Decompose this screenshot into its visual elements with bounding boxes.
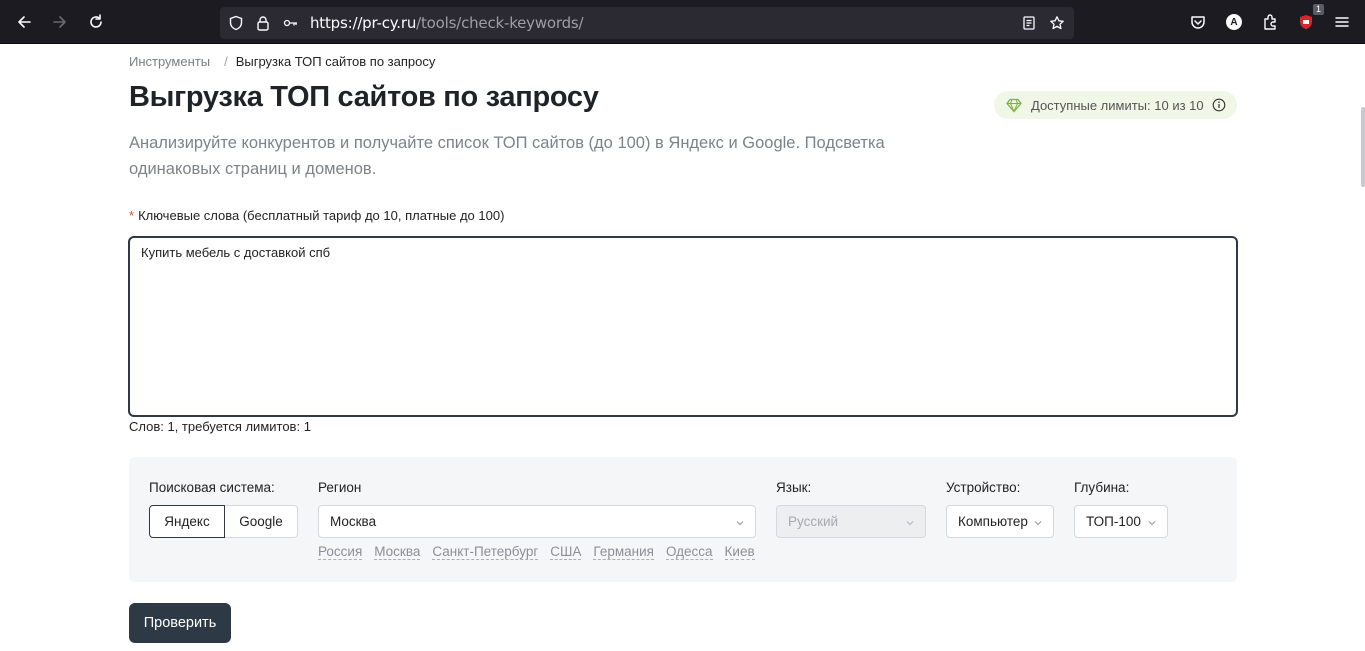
region-link-moscow[interactable]: Москва (374, 544, 421, 560)
depth-select[interactable]: ТОП-100 (1074, 505, 1168, 538)
page-description: Анализируйте конкурентов и получайте спи… (129, 134, 885, 178)
extension-badge: 1 (1312, 4, 1324, 15)
keywords-label: * Ключевые слова (бесплатный тариф до 10,… (129, 208, 504, 223)
diamond-icon (1006, 97, 1022, 113)
tracking-shield-icon[interactable] (227, 14, 245, 32)
reader-view-icon[interactable] (1020, 14, 1038, 32)
chevron-down-icon (735, 518, 745, 528)
account-icon[interactable]: A (1222, 10, 1246, 34)
extensions-icon[interactable] (1258, 10, 1282, 34)
engine-label: Поисковая система: (149, 480, 275, 495)
page-title: Выгрузка ТОП сайтов по запросу (129, 81, 599, 113)
url-host: https://pr-cy.ru (310, 14, 417, 32)
word-count: Слов: 1, требуется лимитов: 1 (129, 419, 311, 434)
permissions-icon[interactable] (281, 14, 299, 32)
region-link-russia[interactable]: Россия (318, 544, 363, 560)
page-scrollbar[interactable] (1361, 107, 1365, 187)
region-link-kiev[interactable]: Киев (724, 544, 755, 560)
depth-value: ТОП-100 (1086, 514, 1141, 529)
region-quick-links: Россия Москва Санкт-Петербург США Герман… (318, 544, 755, 560)
limits-text: Доступные лимиты: 10 из 10 (1031, 97, 1204, 113)
menu-icon[interactable] (1330, 10, 1354, 34)
chevron-down-icon (1033, 518, 1043, 528)
engine-yandex-button[interactable]: Яндекс (149, 505, 225, 538)
url-text[interactable]: https://pr-cy.ru/tools/check-keywords/ (310, 14, 584, 32)
settings-panel: Поисковая система: Яндекс Google Регион … (129, 457, 1237, 582)
region-link-odessa[interactable]: Одесса (665, 544, 713, 560)
chevron-down-icon (1147, 518, 1157, 528)
region-value: Москва (330, 514, 377, 529)
bookmark-star-icon[interactable] (1048, 14, 1066, 32)
url-path: /tools/check-keywords/ (416, 14, 584, 32)
keywords-textarea[interactable]: Купить мебель с доставкой спб (129, 237, 1237, 416)
region-label: Регион (318, 480, 362, 495)
region-link-spb[interactable]: Санкт-Петербург (432, 544, 539, 560)
engine-google-button[interactable]: Google (225, 505, 298, 538)
region-link-germany[interactable]: Германия (593, 544, 654, 560)
breadcrumb-parent[interactable]: Инструменты (129, 54, 210, 69)
breadcrumb-current: Выгрузка ТОП сайтов по запросу (235, 54, 436, 69)
page-content: Инструменты / Выгрузка ТОП сайтов по запро… (0, 45, 1365, 651)
required-mark: * (129, 208, 135, 223)
depth-label: Глубина: (1074, 480, 1130, 495)
region-link-usa[interactable]: США (550, 544, 582, 560)
region-select[interactable]: Москва (318, 505, 756, 538)
browser-toolbar: https://pr-cy.ru/tools/check-keywords/ A… (0, 0, 1365, 44)
address-bar[interactable]: https://pr-cy.ru/tools/check-keywords/ (220, 7, 1074, 39)
lock-icon[interactable] (254, 14, 272, 32)
language-select[interactable]: Русский (776, 505, 926, 538)
adblock-extension-icon[interactable]: 1 (1294, 4, 1324, 34)
limits-badge: Доступные лимиты: 10 из 10 (994, 91, 1237, 119)
device-label: Устройство: (946, 480, 1021, 495)
keywords-label-text: Ключевые слова (бесплатный тариф до 10, … (138, 208, 505, 223)
language-label: Язык: (776, 480, 812, 495)
pocket-icon[interactable] (1186, 10, 1210, 34)
reload-icon[interactable] (84, 10, 108, 34)
breadcrumb: Инструменты / Выгрузка ТОП сайтов по запро… (129, 54, 435, 69)
check-button[interactable]: Проверить (129, 603, 231, 643)
engine-switch: Яндекс Google (149, 505, 298, 538)
device-select[interactable]: Компьютер (946, 505, 1054, 538)
language-value: Русский (788, 514, 839, 529)
info-icon[interactable] (1212, 98, 1226, 112)
device-value: Компьютер (958, 514, 1028, 529)
chevron-down-icon (905, 518, 915, 528)
back-icon[interactable] (12, 10, 36, 34)
forward-icon[interactable] (48, 10, 72, 34)
breadcrumb-separator: / (224, 54, 228, 69)
